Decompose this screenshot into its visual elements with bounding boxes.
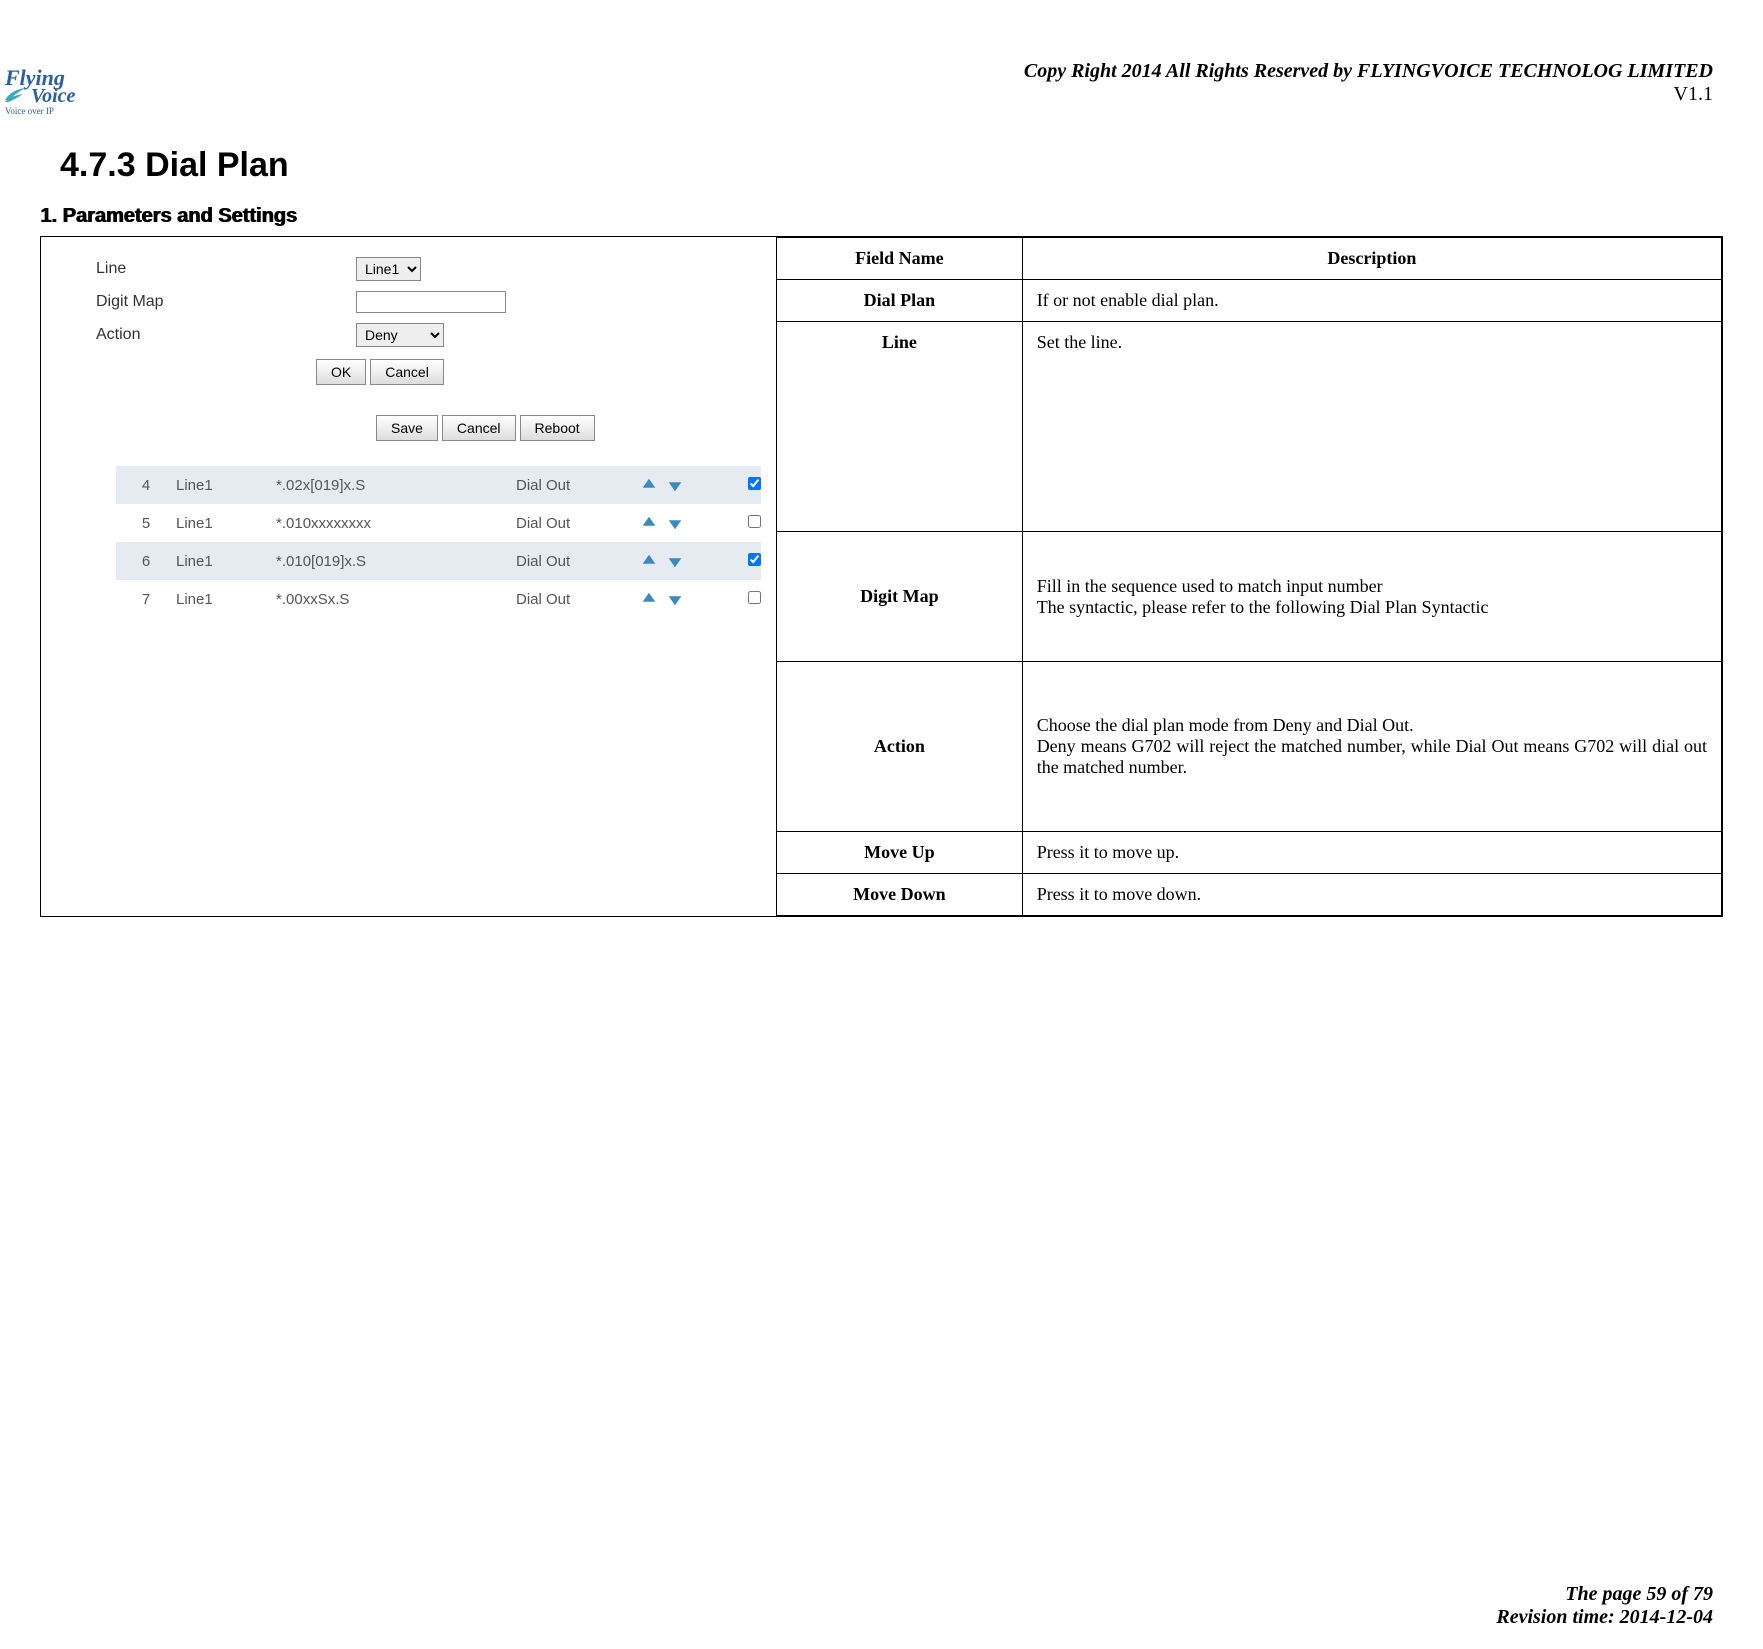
ok-cancel-row: OK Cancel	[316, 359, 761, 385]
settings-panel: Line Line1 Digit Map Action Deny OK Canc…	[41, 237, 776, 916]
digitmap-input[interactable]	[356, 291, 506, 313]
field-movedown: Move Down	[777, 874, 1023, 916]
line-row: Line Line1	[56, 257, 761, 281]
rule-checkbox[interactable]	[748, 591, 761, 604]
rule-pattern: *.00xxSx.S	[276, 591, 516, 608]
move-up-icon[interactable]	[638, 474, 660, 496]
table-row: Action Choose the dial plan mode from De…	[777, 662, 1722, 832]
rule-checkbox[interactable]	[748, 477, 761, 490]
rule-checkbox-cell	[748, 477, 761, 494]
move-down-icon[interactable]	[664, 550, 686, 572]
digitmap-label: Digit Map	[96, 293, 356, 311]
logo-sub-text: Voice	[31, 85, 75, 107]
reboot-button[interactable]: Reboot	[520, 415, 595, 441]
move-up-icon[interactable]	[638, 588, 660, 610]
save-button[interactable]: Save	[376, 415, 438, 441]
rule-pattern: *.010[019]x.S	[276, 553, 516, 570]
move-up-icon[interactable]	[638, 550, 660, 572]
desc-line: Set the line.	[1022, 322, 1721, 532]
header-desc: Description	[1022, 238, 1721, 280]
rule-pattern: *.010xxxxxxxx	[276, 515, 516, 532]
subsection-heading: 1. Parameters and Settings	[40, 205, 1723, 228]
table-row: Digit Map Fill in the sequence used to m…	[777, 532, 1722, 662]
action-select[interactable]: Deny	[356, 323, 444, 347]
rule-number: 5	[116, 515, 176, 532]
rule-line: Line1	[176, 477, 276, 494]
move-up-icon[interactable]	[638, 512, 660, 534]
digitmap-row: Digit Map	[56, 291, 761, 313]
field-line: Line	[777, 322, 1023, 532]
rule-checkbox-cell	[748, 515, 761, 532]
desc-action: Choose the dial plan mode from Deny and …	[1022, 662, 1721, 832]
table-row: Line Set the line.	[777, 322, 1722, 532]
rules-list: 4Line1*.02x[019]x.SDial Out5Line1*.010xx…	[56, 466, 761, 618]
rule-number: 7	[116, 591, 176, 608]
save-cancel-reboot-row: Save Cancel Reboot	[376, 415, 761, 441]
main-layout: Line Line1 Digit Map Action Deny OK Canc…	[40, 236, 1723, 917]
action-label: Action	[96, 326, 356, 344]
description-table: Field Name Description Dial Plan If or n…	[776, 237, 1722, 916]
rule-row: 7Line1*.00xxSx.SDial Out	[116, 580, 761, 618]
rule-checkbox-cell	[748, 591, 761, 608]
rule-action: Dial Out	[516, 553, 636, 570]
desc-moveup: Press it to move up.	[1022, 832, 1721, 874]
rule-pattern: *.02x[019]x.S	[276, 477, 516, 494]
field-digitmap: Digit Map	[777, 532, 1023, 662]
desc-dialplan: If or not enable dial plan.	[1022, 280, 1721, 322]
rule-row: 6Line1*.010[019]x.SDial Out	[116, 542, 761, 580]
rule-checkbox-cell	[748, 553, 761, 570]
rule-action: Dial Out	[516, 515, 636, 532]
rule-line: Line1	[176, 515, 276, 532]
section-title: 4.7.3 Dial Plan	[60, 146, 1723, 185]
line-select[interactable]: Line1	[356, 257, 421, 281]
rule-line: Line1	[176, 553, 276, 570]
footer: The page 59 of 79 Revision time: 2014-12…	[1496, 1583, 1713, 1629]
rule-row: 4Line1*.02x[019]x.SDial Out	[116, 466, 761, 504]
revision-time: Revision time: 2014-12-04	[1496, 1606, 1713, 1629]
table-header-row: Field Name Description	[777, 238, 1722, 280]
logo: Flying Voice Voice over IP	[5, 65, 105, 116]
rule-number: 6	[116, 553, 176, 570]
rule-action: Dial Out	[516, 591, 636, 608]
desc-movedown: Press it to move down.	[1022, 874, 1721, 916]
line-label: Line	[96, 260, 356, 278]
ok-button[interactable]: OK	[316, 359, 366, 385]
action-row: Action Deny	[56, 323, 761, 347]
move-down-icon[interactable]	[664, 474, 686, 496]
cancel-button[interactable]: Cancel	[370, 359, 444, 385]
page-number: The page 59 of 79	[1496, 1583, 1713, 1606]
field-dialplan: Dial Plan	[777, 280, 1023, 322]
cancel2-button[interactable]: Cancel	[442, 415, 516, 441]
field-action: Action	[777, 662, 1023, 832]
logo-wing-icon	[5, 88, 27, 107]
header-field: Field Name	[777, 238, 1023, 280]
header-right: Copy Right 2014 All Rights Reserved by F…	[40, 60, 1713, 106]
rule-checkbox[interactable]	[748, 553, 761, 566]
table-row: Move Up Press it to move up.	[777, 832, 1722, 874]
rule-line: Line1	[176, 591, 276, 608]
desc-digitmap: Fill in the sequence used to match input…	[1022, 532, 1721, 662]
move-down-icon[interactable]	[664, 588, 686, 610]
table-row: Dial Plan If or not enable dial plan.	[777, 280, 1722, 322]
version-text: V1.1	[40, 83, 1713, 106]
field-moveup: Move Up	[777, 832, 1023, 874]
move-down-icon[interactable]	[664, 512, 686, 534]
rule-number: 4	[116, 477, 176, 494]
rule-checkbox[interactable]	[748, 515, 761, 528]
table-row: Move Down Press it to move down.	[777, 874, 1722, 916]
copyright-text: Copy Right 2014 All Rights Reserved by F…	[40, 60, 1713, 83]
rule-row: 5Line1*.010xxxxxxxxDial Out	[116, 504, 761, 542]
rule-action: Dial Out	[516, 477, 636, 494]
